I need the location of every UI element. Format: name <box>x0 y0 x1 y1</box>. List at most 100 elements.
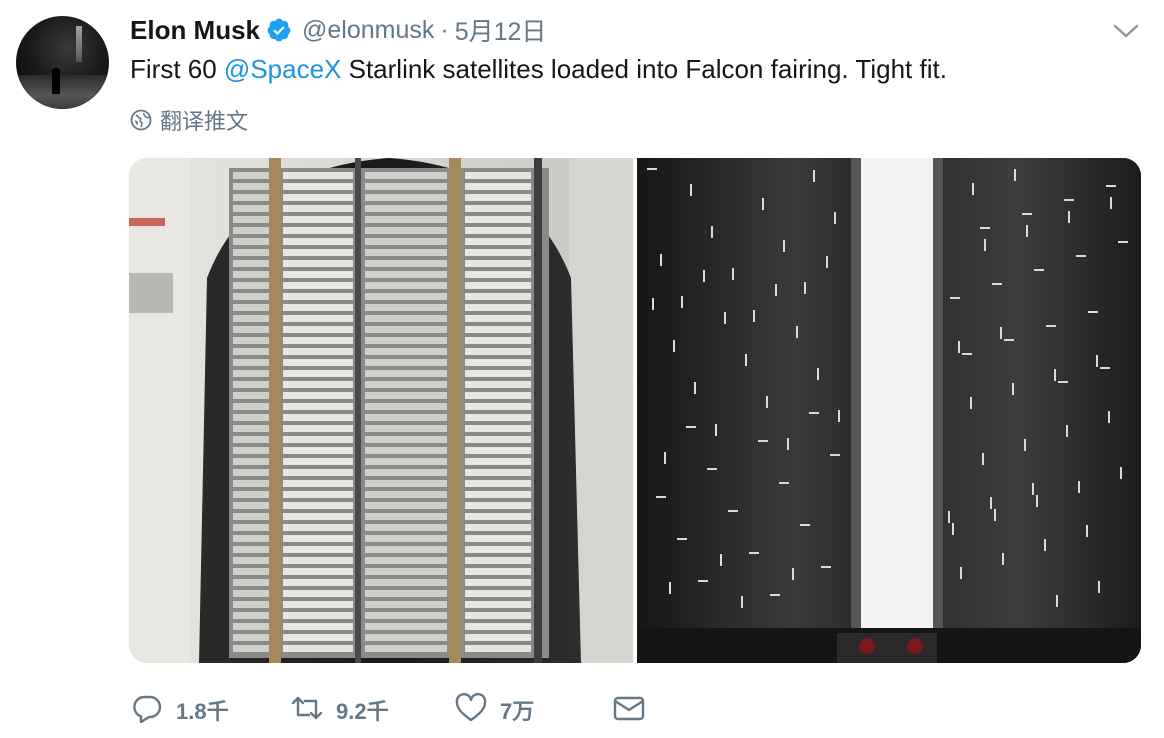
satellite-slat <box>283 645 353 652</box>
satellite-slat <box>365 590 447 597</box>
satellite-slat <box>233 612 269 619</box>
satellite-slat <box>365 216 447 223</box>
fairing-marker <box>703 270 705 282</box>
satellite-slat <box>365 546 447 553</box>
satellite-slat <box>365 645 447 652</box>
satellite-slat <box>365 601 447 608</box>
fairing-marker <box>1096 355 1098 367</box>
satellite-slat <box>283 172 353 179</box>
starlink-stack-illustration <box>129 158 633 663</box>
satellite-slat <box>465 447 531 454</box>
tweet-timestamp[interactable]: 5月12日 <box>455 12 547 48</box>
direct-message-button[interactable] <box>612 688 646 732</box>
satellite-slat <box>283 623 353 630</box>
satellite-slat <box>465 337 531 344</box>
fairing-marker <box>766 396 768 408</box>
satellite-slat <box>283 557 353 564</box>
satellite-slat <box>233 183 269 190</box>
satellite-slat <box>233 436 269 443</box>
satellite-slat <box>283 315 353 322</box>
satellite-slat <box>465 370 531 377</box>
satellite-slat <box>233 216 269 223</box>
fairing-marker <box>826 256 828 268</box>
fairing-marker <box>970 397 972 409</box>
display-name[interactable]: Elon Musk <box>130 15 260 46</box>
fairing-marker <box>809 412 819 414</box>
satellite-slat <box>365 623 447 630</box>
fairing-marker <box>664 452 666 464</box>
satellite-slat <box>283 491 353 498</box>
fairing-marker <box>1076 255 1086 257</box>
fairing-marker <box>724 312 726 324</box>
retweet-button[interactable]: 9.2千 <box>290 688 389 732</box>
fairing-marker <box>715 424 717 436</box>
satellite-slat <box>233 601 269 608</box>
fairing-marker <box>1110 197 1112 209</box>
satellite-slat <box>283 513 353 520</box>
satellite-slat <box>465 392 531 399</box>
satellite-slat <box>283 634 353 641</box>
satellite-slat <box>465 227 531 234</box>
fairing-marker <box>1118 241 1128 243</box>
satellite-slat <box>365 491 447 498</box>
satellite-slat <box>233 469 269 476</box>
satellite-slat <box>365 205 447 212</box>
satellite-slat <box>283 381 353 388</box>
satellite-slat <box>465 315 531 322</box>
mention-link[interactable]: @SpaceX <box>224 54 341 84</box>
fairing-marker <box>950 297 960 299</box>
satellite-slat <box>233 194 269 201</box>
fairing-marker <box>698 580 708 582</box>
satellite-slat <box>233 546 269 553</box>
fairing-marker <box>720 554 722 566</box>
satellite-slat <box>365 414 447 421</box>
fairing-marker <box>992 283 1002 285</box>
fairing-marker <box>749 552 759 554</box>
fairing-marker <box>669 582 671 594</box>
tweet-header: Elon Musk @elonmusk · 5月12日 <box>130 12 1104 48</box>
fairing-marker <box>800 524 810 526</box>
satellite-slat <box>233 502 269 509</box>
satellite-slat <box>233 337 269 344</box>
satellite-slat <box>283 436 353 443</box>
satellite-slat <box>365 458 447 465</box>
avatar[interactable] <box>16 16 109 109</box>
satellite-slat <box>283 227 353 234</box>
reply-button[interactable]: 1.8千 <box>130 688 229 732</box>
satellite-slat <box>283 392 353 399</box>
translate-tweet-link[interactable]: 翻译推文 <box>130 104 248 136</box>
satellite-slat <box>283 469 353 476</box>
fairing-marker <box>1032 483 1034 495</box>
satellite-slat <box>283 502 353 509</box>
like-count: 7万 <box>500 699 535 724</box>
retweet-icon <box>290 691 324 730</box>
satellite-slat <box>465 480 531 487</box>
falcon-fairing-interior-photo[interactable] <box>637 158 1141 663</box>
satellite-slat <box>233 535 269 542</box>
satellite-slat <box>233 271 269 278</box>
satellite-slat <box>283 304 353 311</box>
satellite-slat <box>283 414 353 421</box>
satellite-slat <box>233 414 269 421</box>
user-handle[interactable]: @elonmusk <box>302 16 434 45</box>
like-button[interactable]: 7万 <box>454 688 534 732</box>
satellite-slat <box>465 205 531 212</box>
starlink-stack-photo[interactable] <box>129 158 633 663</box>
satellite-slat <box>465 502 531 509</box>
fairing-marker <box>656 496 666 498</box>
satellite-slat <box>233 172 269 179</box>
satellite-slat <box>465 260 531 267</box>
fairing-marker <box>1002 553 1004 565</box>
satellite-slat <box>365 370 447 377</box>
satellite-slat <box>365 271 447 278</box>
fairing-marker <box>982 453 984 465</box>
fairing-marker <box>958 341 960 353</box>
satellite-slat <box>365 513 447 520</box>
satellite-slat <box>365 227 447 234</box>
chevron-down-icon[interactable] <box>1112 20 1140 42</box>
fairing-marker <box>745 354 747 366</box>
satellite-slat <box>365 524 447 531</box>
satellite-slat <box>365 183 447 190</box>
satellite-slat <box>465 304 531 311</box>
fairing-marker <box>834 212 836 224</box>
